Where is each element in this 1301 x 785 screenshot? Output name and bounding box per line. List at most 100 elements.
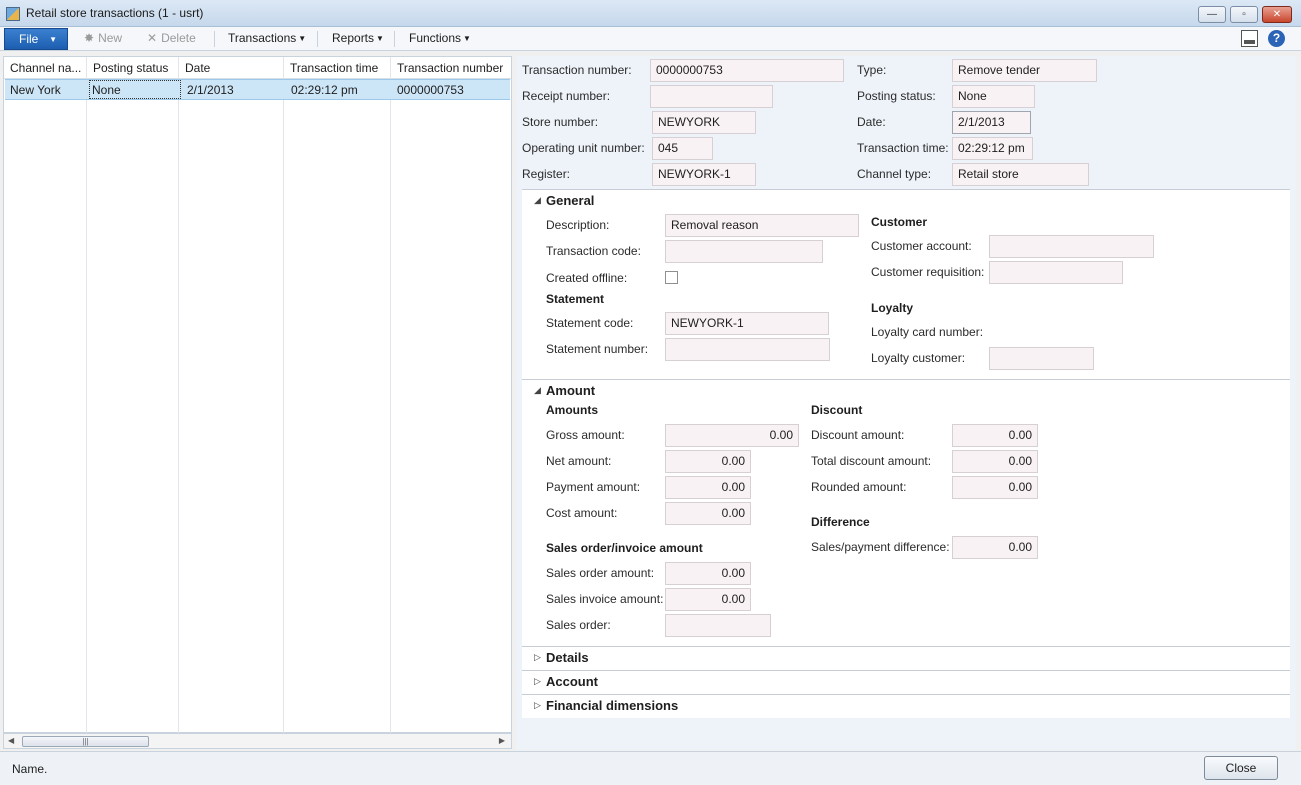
x-icon: ✕ <box>147 31 158 45</box>
delete-button[interactable]: ✕ Delete <box>147 31 196 45</box>
file-label: File <box>19 32 39 46</box>
transaction-code-label: Transaction code: <box>546 244 641 258</box>
help-icon[interactable]: ? <box>1268 30 1285 47</box>
menu-separator <box>317 31 318 47</box>
column-divider <box>283 57 284 733</box>
caret-down-icon: ▼ <box>463 34 471 43</box>
column-header-posting-status[interactable]: Posting status <box>93 61 179 75</box>
amount-fasttab: ◢ Amount Amounts Gross amount: 0.00 Net … <box>522 379 1290 647</box>
store-number-field[interactable]: NEWYORK <box>652 111 756 134</box>
details-title: Details <box>546 650 589 665</box>
receipt-number-field[interactable] <box>650 85 773 108</box>
sales-order-field[interactable] <box>665 614 771 637</box>
posting-status-label: Posting status: <box>857 89 936 103</box>
maximize-button[interactable]: ▫ <box>1230 6 1258 23</box>
cell-channel[interactable]: New York <box>10 83 61 97</box>
channel-type-label: Channel type: <box>857 167 932 181</box>
transaction-time-field[interactable]: 02:29:12 pm <box>952 137 1033 160</box>
column-header-transaction-time[interactable]: Transaction time <box>290 61 390 75</box>
cell-transaction-time[interactable]: 02:29:12 pm <box>291 83 358 97</box>
collapsed-triangle-icon: ▷ <box>534 676 541 686</box>
statement-number-field[interactable] <box>665 338 830 361</box>
financial-dimensions-fasttab-header[interactable]: ▷ Financial dimensions <box>522 694 1290 716</box>
general-fasttab-header[interactable]: ◢ General <box>522 189 1290 211</box>
menu-bar: File ▼ ✸ New ✕ Delete Transactions ▼ Report… <box>0 27 1301 51</box>
type-field[interactable]: Remove tender <box>952 59 1097 82</box>
column-header-date[interactable]: Date <box>185 61 283 75</box>
statement-code-label: Statement code: <box>546 316 634 330</box>
transactions-menu[interactable]: Transactions ▼ <box>228 31 306 45</box>
minimize-button[interactable]: — <box>1198 6 1226 23</box>
column-header-transaction-number[interactable]: Transaction number <box>397 61 509 75</box>
expanded-triangle-icon: ◢ <box>534 195 541 205</box>
cell-transaction-number[interactable]: 0000000753 <box>397 83 464 97</box>
loyalty-card-number-label: Loyalty card number: <box>871 325 984 339</box>
horizontal-scrollbar[interactable]: ◀ ||| ▶ <box>3 733 512 749</box>
date-field[interactable]: 2/1/2013 <box>952 111 1031 134</box>
statement-code-field[interactable]: NEWYORK-1 <box>665 312 829 335</box>
caret-down-icon: ▼ <box>376 34 384 43</box>
layout-icon[interactable] <box>1241 30 1258 47</box>
cost-amount-label: Cost amount: <box>546 506 618 520</box>
delete-label: Delete <box>161 31 196 45</box>
gross-amount-field[interactable]: 0.00 <box>665 424 799 447</box>
close-button[interactable]: Close <box>1204 756 1278 780</box>
file-menu-button[interactable]: File ▼ <box>4 28 68 50</box>
functions-menu[interactable]: Functions ▼ <box>409 31 471 45</box>
operating-unit-number-field[interactable]: 045 <box>652 137 713 160</box>
created-offline-checkbox[interactable] <box>665 271 678 284</box>
scroll-right-icon[interactable]: ▶ <box>499 736 505 745</box>
description-field[interactable]: Removal reason <box>665 214 859 237</box>
transaction-code-field[interactable] <box>665 240 823 263</box>
statement-group-title: Statement <box>546 292 605 306</box>
column-header-channel[interactable]: Channel na... <box>10 61 86 75</box>
discount-group-title: Discount <box>811 403 863 417</box>
type-label: Type: <box>857 63 887 77</box>
channel-type-field[interactable]: Retail store <box>952 163 1089 186</box>
expanded-triangle-icon: ◢ <box>534 385 541 395</box>
customer-requisition-field[interactable] <box>989 261 1123 284</box>
cell-date[interactable]: 2/1/2013 <box>187 83 234 97</box>
payment-amount-field[interactable]: 0.00 <box>665 476 751 499</box>
discount-amount-label: Discount amount: <box>811 428 905 442</box>
app-icon <box>6 7 20 21</box>
close-window-button[interactable]: ✕ <box>1262 6 1292 23</box>
transactions-grid: Channel na... Posting status Date Transa… <box>3 56 512 733</box>
sales-order-amount-field[interactable]: 0.00 <box>665 562 751 585</box>
window-title: Retail store transactions (1 - usrt) <box>26 6 204 20</box>
loyalty-group-title: Loyalty <box>871 301 914 315</box>
receipt-number-label: Receipt number: <box>522 89 611 103</box>
column-divider <box>390 57 391 733</box>
collapsed-fasttabs: ▷ Details ▷ Account ▷ Financial dimensio… <box>522 646 1290 718</box>
transaction-number-field[interactable]: 0000000753 <box>650 59 844 82</box>
cost-amount-field[interactable]: 0.00 <box>665 502 751 525</box>
new-button[interactable]: ✸ New <box>84 31 122 45</box>
loyalty-customer-field[interactable] <box>989 347 1094 370</box>
grid-header: Channel na... Posting status Date Transa… <box>4 57 511 79</box>
rounded-amount-label: Rounded amount: <box>811 480 907 494</box>
register-field[interactable]: NEWYORK-1 <box>652 163 756 186</box>
sales-order-amount-label: Sales order amount: <box>546 566 655 580</box>
table-row[interactable]: New York None 2/1/2013 02:29:12 pm 00000… <box>5 79 510 100</box>
scroll-left-icon[interactable]: ◀ <box>8 736 14 745</box>
amounts-group-title: Amounts <box>546 403 598 417</box>
amount-fasttab-header[interactable]: ◢ Amount <box>522 379 1290 401</box>
posting-status-field[interactable]: None <box>952 85 1035 108</box>
sales-payment-difference-field[interactable]: 0.00 <box>952 536 1038 559</box>
date-label: Date: <box>857 115 886 129</box>
rounded-amount-field[interactable]: 0.00 <box>952 476 1038 499</box>
discount-amount-field[interactable]: 0.00 <box>952 424 1038 447</box>
account-fasttab-header[interactable]: ▷ Account <box>522 670 1290 692</box>
sales-invoice-amount-field[interactable]: 0.00 <box>665 588 751 611</box>
net-amount-field[interactable]: 0.00 <box>665 450 751 473</box>
reports-menu[interactable]: Reports ▼ <box>332 31 384 45</box>
caret-down-icon: ▼ <box>298 34 307 43</box>
loyalty-customer-label: Loyalty customer: <box>871 351 966 365</box>
details-fasttab-header[interactable]: ▷ Details <box>522 646 1290 668</box>
customer-account-field[interactable] <box>989 235 1154 258</box>
scrollbar-thumb[interactable]: ||| <box>22 736 149 747</box>
total-discount-amount-field[interactable]: 0.00 <box>952 450 1038 473</box>
status-bar: Name. Close <box>0 751 1301 785</box>
cell-posting-status[interactable]: None <box>92 83 121 97</box>
reports-label: Reports <box>332 31 375 45</box>
